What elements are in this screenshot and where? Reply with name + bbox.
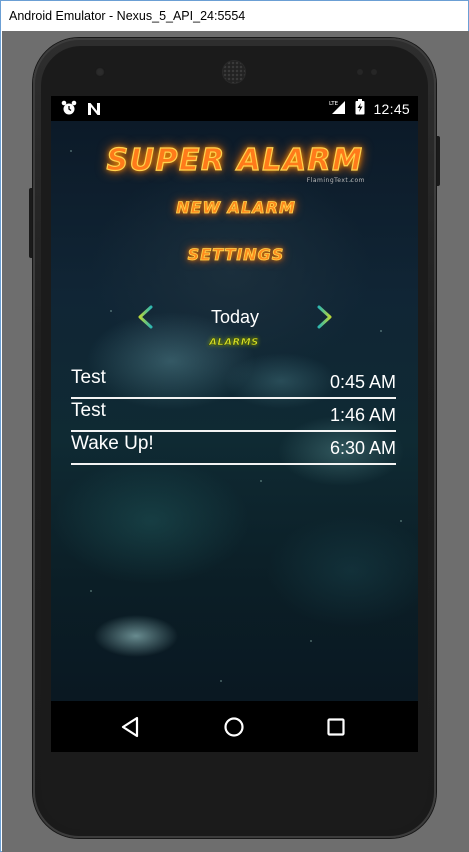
light-sensor (371, 69, 377, 75)
alarm-name: Test (71, 400, 106, 421)
alarm-name: Wake Up! (71, 433, 154, 454)
settings-button[interactable]: SETTINGS (171, 245, 301, 265)
next-day-arrow-icon[interactable] (291, 304, 333, 330)
alarm-time: 6:30 AM (329, 438, 396, 458)
lte-signal-icon: LTE (329, 99, 347, 119)
recents-icon[interactable] (320, 711, 352, 743)
front-camera (95, 67, 105, 77)
window-titlebar[interactable]: Android Emulator - Nexus_5_API_24:5554 (1, 1, 468, 31)
alarm-row[interactable]: Test 0:45 AM (71, 366, 396, 399)
home-icon[interactable] (218, 711, 250, 743)
alarm-row[interactable]: Wake Up! 6:30 AM (71, 432, 396, 465)
alarm-clock-icon (61, 100, 77, 120)
window-title: Android Emulator - Nexus_5_API_24:5554 (9, 9, 246, 23)
battery-charging-icon (355, 99, 365, 119)
back-icon[interactable] (115, 711, 147, 743)
earpiece-speaker (223, 61, 245, 83)
alarm-time: 1:46 AM (329, 405, 396, 425)
network-type-label: LTE (329, 101, 339, 107)
app-content: SUPER ALARM FlamingText.com NEW ALARM SE… (51, 121, 418, 701)
logo-credit: FlamingText.com (306, 177, 365, 184)
proximity-sensor (357, 69, 363, 75)
app-logo: SUPER ALARM FlamingText.com (95, 142, 375, 184)
status-time: 12:45 (373, 101, 410, 117)
device-screen: LTE 12:45 SUPER ALARM FlamingText.com NE… (51, 96, 418, 752)
navigation-bar (51, 701, 418, 752)
logo-title: SUPER ALARM (106, 142, 364, 178)
new-alarm-button[interactable]: NEW ALARM (151, 198, 321, 218)
alarm-name: Test (71, 367, 106, 388)
alarms-header: ALARMS (209, 337, 259, 348)
alarm-list: Test 0:45 AM Test 1:46 AM Wake Up! 6:30 … (71, 366, 396, 465)
status-bar: LTE 12:45 (51, 96, 418, 121)
alarm-row[interactable]: Test 1:46 AM (71, 399, 396, 432)
day-navigator: Today (137, 304, 333, 330)
n-notification-icon (87, 101, 101, 120)
alarm-time: 0:45 AM (329, 372, 396, 392)
